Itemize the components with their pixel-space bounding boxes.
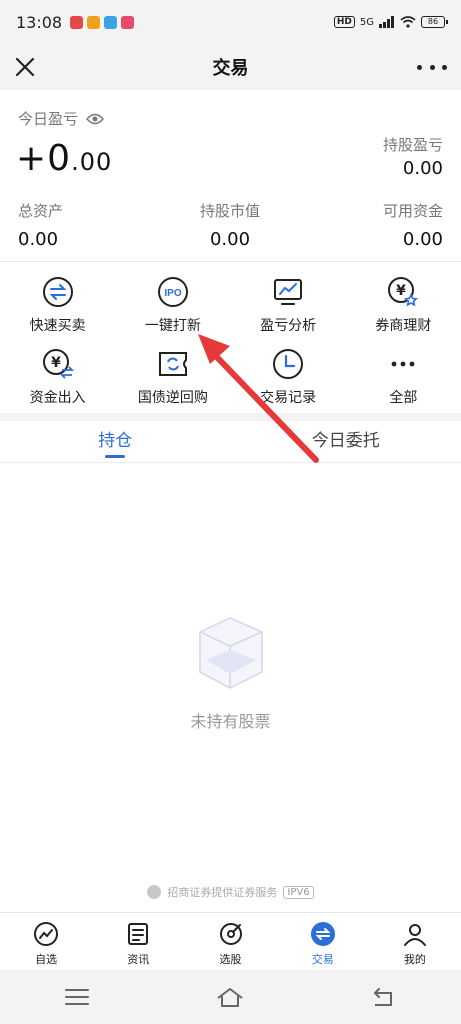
func-label: 资金出入 (29, 390, 86, 406)
position-tabs: 持仓 今日委托 (0, 421, 461, 463)
available-funds-value: 0.00 (402, 229, 443, 250)
bottom-nav-label: 选股 (219, 953, 242, 966)
svg-text:¥: ¥ (397, 283, 407, 299)
func-broker-wealth[interactable]: ¥ 券商理财 (346, 263, 461, 335)
function-grid: 快速买卖 IPO 一键打新 盈亏分析 ¥ 券商理财 ¥ 资金出入 国债逆回购 交… (0, 263, 461, 413)
func-quick-trade[interactable]: 快速买卖 (0, 263, 115, 335)
more-dots-icon (391, 361, 415, 367)
func-pnl-analysis[interactable]: 盈亏分析 (231, 263, 346, 335)
available-funds: 可用资金 0.00 (383, 200, 443, 250)
app-notification-icon (121, 15, 135, 29)
market-value-value: 0.00 (209, 229, 251, 250)
bottom-nav-label: 交易 (311, 953, 334, 966)
bottom-nav-trade[interactable]: 交易 (277, 913, 369, 970)
holding-pnl-label: 持股盈亏 (382, 136, 443, 154)
back-icon[interactable] (369, 985, 399, 1009)
market-value-label: 持股市值 (200, 202, 261, 220)
page-title: 交易 (212, 58, 249, 79)
today-pnl-label: 今日盈亏 (18, 110, 79, 128)
total-assets-label: 总资产 (18, 202, 64, 220)
today-pnl-value: +0.00 (16, 138, 112, 179)
clock-icon (273, 349, 304, 379)
bottom-nav-profile[interactable]: 我的 (369, 913, 461, 970)
func-bond-repo[interactable]: 国债逆回购 (115, 335, 230, 407)
bottom-nav-stock-picker[interactable]: 选股 (184, 913, 276, 970)
bottom-nav-watchlist[interactable]: 自选 (0, 913, 92, 970)
status-time: 13:08 (16, 12, 63, 32)
eye-icon[interactable] (86, 113, 104, 125)
func-ipo[interactable]: IPO 一键打新 (115, 263, 230, 335)
tab-active-indicator (105, 455, 126, 458)
trend-icon (34, 922, 59, 946)
close-icon[interactable] (12, 54, 38, 80)
today-pnl-label-row: 今日盈亏 (18, 108, 104, 129)
battery-icon: 86 (421, 16, 448, 28)
bottom-nav-label: 资讯 (127, 953, 150, 966)
app-notification-icon (70, 15, 84, 29)
holding-pnl-value: 0.00 (402, 158, 443, 179)
user-icon (403, 924, 426, 946)
total-assets: 总资产 0.00 (18, 200, 63, 250)
nav-bar: 交易 (0, 44, 461, 90)
swap-icon (42, 277, 73, 307)
empty-box-icon (199, 617, 263, 689)
tab-label: 持仓 (98, 431, 133, 451)
total-assets-value: 0.00 (18, 229, 59, 250)
stock-pick-icon (219, 923, 242, 945)
status-app-icons (70, 15, 135, 29)
func-label: 交易记录 (260, 390, 317, 406)
available-funds-label: 可用资金 (382, 202, 443, 220)
bottom-nav-news[interactable]: 资讯 (92, 913, 184, 970)
market-value: 持股市值 0.00 (200, 200, 260, 250)
chart-monitor-icon (274, 279, 303, 305)
func-fund-transfer[interactable]: ¥ 资金出入 (0, 335, 115, 407)
yen-transfer-icon: ¥ (42, 349, 74, 379)
func-label: 国债逆回购 (137, 390, 208, 406)
tab-label: 今日委托 (311, 431, 380, 451)
func-label: 快速买卖 (29, 318, 86, 334)
section-separator (0, 413, 461, 421)
bottom-nav-label: 我的 (403, 953, 426, 966)
provider-info: 招商证券提供证券服务 IPV6 (0, 884, 461, 900)
trade-icon (310, 922, 335, 946)
yen-star-icon: ¥ (388, 277, 419, 307)
news-icon (128, 923, 149, 945)
signal-icon (379, 16, 394, 28)
more-menu-icon[interactable] (417, 54, 447, 80)
ipo-icon: IPO (157, 277, 188, 307)
tab-positions[interactable]: 持仓 (0, 421, 231, 462)
app-notification-icon (104, 15, 118, 29)
func-label: 全部 (389, 390, 418, 406)
svg-text:¥: ¥ (51, 355, 61, 371)
func-label: 券商理财 (375, 318, 432, 334)
provider-text: 招商证券提供证券服务 (167, 886, 278, 899)
func-all[interactable]: 全部 (346, 335, 461, 407)
ipv6-badge: IPV6 (283, 885, 314, 899)
func-trade-records[interactable]: 交易记录 (231, 335, 346, 407)
account-summary: 今日盈亏 +0.00 持股盈亏 0.00 总资产 0.00 持股市值 0.00 … (0, 90, 461, 260)
hd-badge: HD (333, 16, 355, 28)
empty-state-text: 未持有股票 (190, 712, 271, 731)
ipo-icon-text: IPO (164, 288, 181, 299)
status-bar: 13:08 HD 5G 86 (0, 0, 461, 44)
today-pnl-main: +0 (16, 138, 72, 179)
func-label: 盈亏分析 (260, 318, 317, 334)
menu-icon[interactable] (62, 985, 92, 1009)
home-icon[interactable] (215, 985, 245, 1009)
func-label: 一键打新 (144, 318, 201, 334)
system-nav-bar (0, 970, 461, 1024)
app-notification-icon (87, 15, 101, 29)
tab-today-orders[interactable]: 今日委托 (231, 421, 461, 462)
network-label: 5G (359, 16, 374, 28)
today-pnl-fraction: .00 (71, 148, 113, 176)
wifi-icon (400, 16, 416, 28)
bond-repo-icon (158, 352, 187, 376)
divider (0, 261, 461, 262)
bottom-nav-label: 自选 (35, 953, 58, 966)
status-indicators: HD 5G 86 (333, 16, 448, 28)
broker-logo-icon (147, 885, 162, 899)
bottom-nav: 自选 资讯 选股 交易 我的 (0, 912, 461, 970)
